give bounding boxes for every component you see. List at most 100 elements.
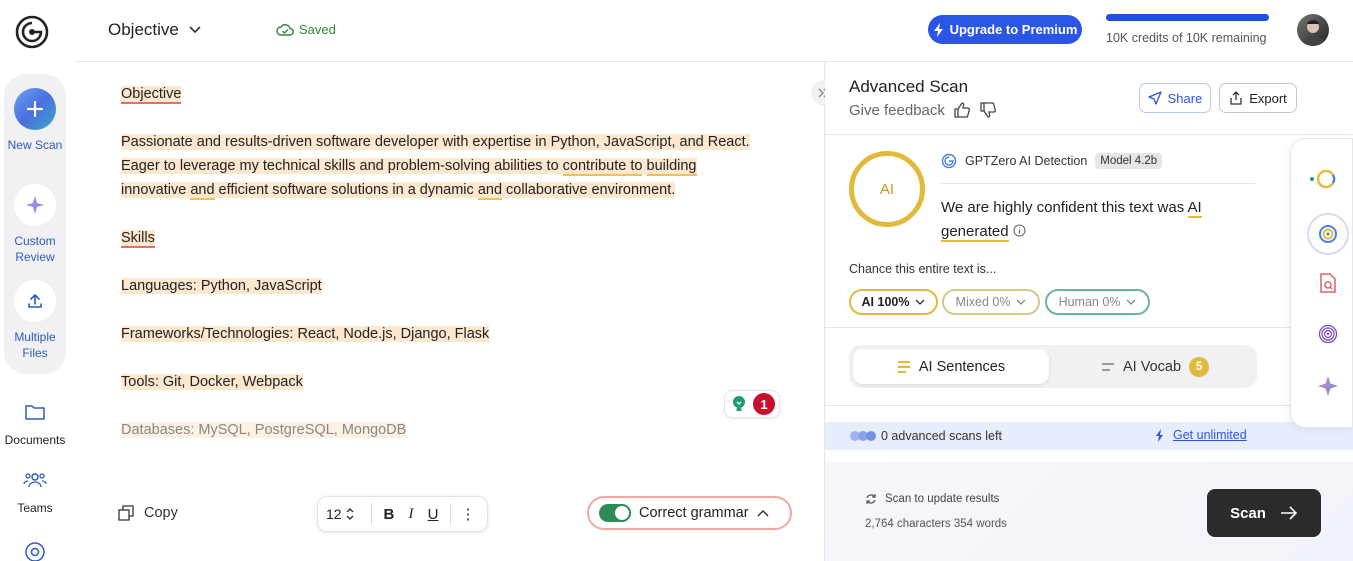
human-chip-label: Human 0% — [1058, 295, 1121, 309]
share-label: Share — [1167, 90, 1203, 106]
vocab-lines-icon — [1101, 362, 1114, 371]
rail-ai-detection[interactable] — [1309, 165, 1337, 193]
cloud-check-icon — [276, 23, 294, 36]
tab-ai-vocab[interactable]: AI Vocab 5 — [1057, 349, 1253, 384]
tools-line: Tools: Git, Docker, Webpack — [121, 374, 303, 390]
export-icon — [1230, 91, 1242, 105]
update-results-hint: Scan to update results — [865, 493, 999, 505]
editor-content[interactable]: Objective Passionate and results-driven … — [121, 82, 761, 466]
correct-grammar-toggle[interactable]: Correct grammar — [587, 496, 792, 530]
text-editor[interactable]: Objective Passionate and results-driven … — [76, 62, 824, 561]
chevron-down-icon — [916, 299, 925, 305]
flagged-word-and-1[interactable]: and — [190, 182, 215, 200]
grammar-switch[interactable] — [599, 504, 631, 522]
formatting-toolbar: 12 B I U ⋮ — [317, 496, 488, 532]
document-title-dropdown[interactable]: Objective — [108, 20, 201, 40]
sentence-1: Passionate and results-driven software d… — [121, 134, 750, 150]
upgrade-label: Upgrade to Premium — [949, 22, 1078, 37]
share-button[interactable]: Share — [1139, 83, 1211, 113]
detector-name: GPTZero AI Detection — [965, 154, 1088, 168]
multiple-files-button[interactable] — [14, 280, 56, 322]
custom-review-button[interactable] — [14, 184, 56, 226]
divider — [825, 405, 1353, 406]
toolbar-divider — [371, 503, 372, 525]
tab-ai-sentences[interactable]: AI Sentences — [853, 349, 1049, 384]
folder-icon[interactable] — [23, 400, 47, 424]
detector-divider — [941, 183, 1255, 184]
copy-icon — [118, 505, 134, 521]
custom-review-label: Custom Review — [14, 234, 56, 264]
chevron-up-icon — [757, 509, 769, 517]
document-title: Objective — [108, 20, 179, 39]
info-icon[interactable] — [1013, 224, 1026, 237]
feedback-row: Give feedback — [849, 101, 997, 119]
document-search-icon — [1320, 273, 1336, 293]
arrow-right-icon — [1280, 506, 1298, 520]
upgrade-button[interactable]: Upgrade to Premium — [928, 15, 1082, 44]
multiple-files-label: Multiple Files — [14, 330, 56, 360]
chrome-icon[interactable] — [23, 540, 47, 561]
underline-button[interactable]: U — [422, 506, 444, 523]
upload-icon — [28, 294, 42, 308]
flagged-word-contribute[interactable]: contribute to — [562, 158, 643, 176]
scan-button[interactable]: Scan — [1207, 489, 1321, 537]
italic-button[interactable]: I — [400, 506, 422, 523]
confidence-level: highly confident — [993, 199, 1098, 216]
human-probability-chip[interactable]: Human 0% — [1045, 289, 1150, 315]
scan-footer: Scan to update results 2,764 characters … — [825, 462, 1353, 561]
grammar-label: Correct grammar — [639, 505, 749, 521]
get-unlimited-link[interactable]: Get unlimited — [1155, 428, 1247, 442]
confidence-statement: We are highly confident this text was AI… — [941, 196, 1241, 244]
saved-status: Saved — [276, 22, 336, 37]
tab-ai-sentences-label: AI Sentences — [918, 358, 1006, 375]
tab-ai-vocab-label: AI Vocab — [1122, 358, 1182, 375]
avatar[interactable] — [1297, 14, 1329, 46]
model-badge: Model 4.2b — [1095, 153, 1163, 169]
suggestions-badge[interactable]: 1 — [724, 390, 780, 418]
lightning-icon — [1156, 428, 1163, 442]
new-scan-button[interactable] — [14, 88, 56, 130]
credits-text: 10K credits of 10K remaining — [1106, 31, 1267, 45]
rail-advanced-scan[interactable] — [1314, 220, 1342, 248]
detector-info: GPTZero AI Detection Model 4.2b — [941, 153, 1163, 169]
mixed-probability-chip[interactable]: Mixed 0% — [942, 289, 1040, 315]
export-button[interactable]: Export — [1219, 83, 1297, 113]
bold-button[interactable]: B — [378, 506, 400, 523]
flagged-word-building[interactable]: building — [646, 158, 697, 176]
ai-probability-chip[interactable]: AI 100% — [849, 289, 938, 315]
gptzero-logo[interactable] — [14, 14, 50, 50]
user-photo — [1301, 20, 1325, 46]
flagged-word-and-2[interactable]: and — [477, 182, 503, 200]
sentence-2-space — [642, 158, 647, 174]
updown-icon — [346, 508, 354, 520]
sentence-2d: collaborative environment. — [502, 182, 676, 198]
sparkle-icon — [26, 196, 44, 214]
sentence-2b: innovative — [121, 182, 191, 198]
font-size-select[interactable]: 12 — [326, 506, 365, 522]
scans-left-text: 0 advanced scans left — [881, 429, 1002, 443]
rail-plagiarism[interactable] — [1314, 269, 1342, 297]
rail-writing-report[interactable] — [1314, 320, 1342, 348]
plus-icon — [26, 100, 44, 118]
feedback-label: Give feedback — [849, 101, 945, 119]
more-options-button[interactable]: ⋮ — [457, 505, 479, 523]
teams-nav[interactable]: Teams — [0, 501, 70, 515]
thumbs-down-icon[interactable] — [979, 101, 997, 119]
lightning-icon — [933, 22, 943, 37]
refresh-icon — [866, 494, 876, 504]
team-icon[interactable] — [23, 468, 47, 492]
lightbulb-icon — [733, 396, 745, 411]
databases-line: Databases: MySQL, PostgreSQL, MongoDB — [121, 422, 407, 438]
documents-nav[interactable]: Documents — [0, 433, 70, 447]
copy-button[interactable]: Copy — [118, 505, 178, 521]
character-count: 2,764 characters 354 words — [865, 518, 1007, 530]
divider — [825, 327, 1353, 328]
gptzero-small-icon — [941, 153, 957, 169]
sentence-2c: efficient software solutions in a dynami… — [214, 182, 478, 198]
thumbs-up-icon[interactable] — [953, 101, 971, 119]
toolbar-divider-2 — [450, 503, 451, 525]
objective-paragraph: Passionate and results-driven software d… — [121, 130, 761, 202]
new-scan-label: New Scan — [7, 138, 63, 152]
rail-ai-assistant[interactable] — [1314, 372, 1342, 400]
frameworks-line: Frameworks/Technologies: React, Node.js,… — [121, 326, 490, 342]
